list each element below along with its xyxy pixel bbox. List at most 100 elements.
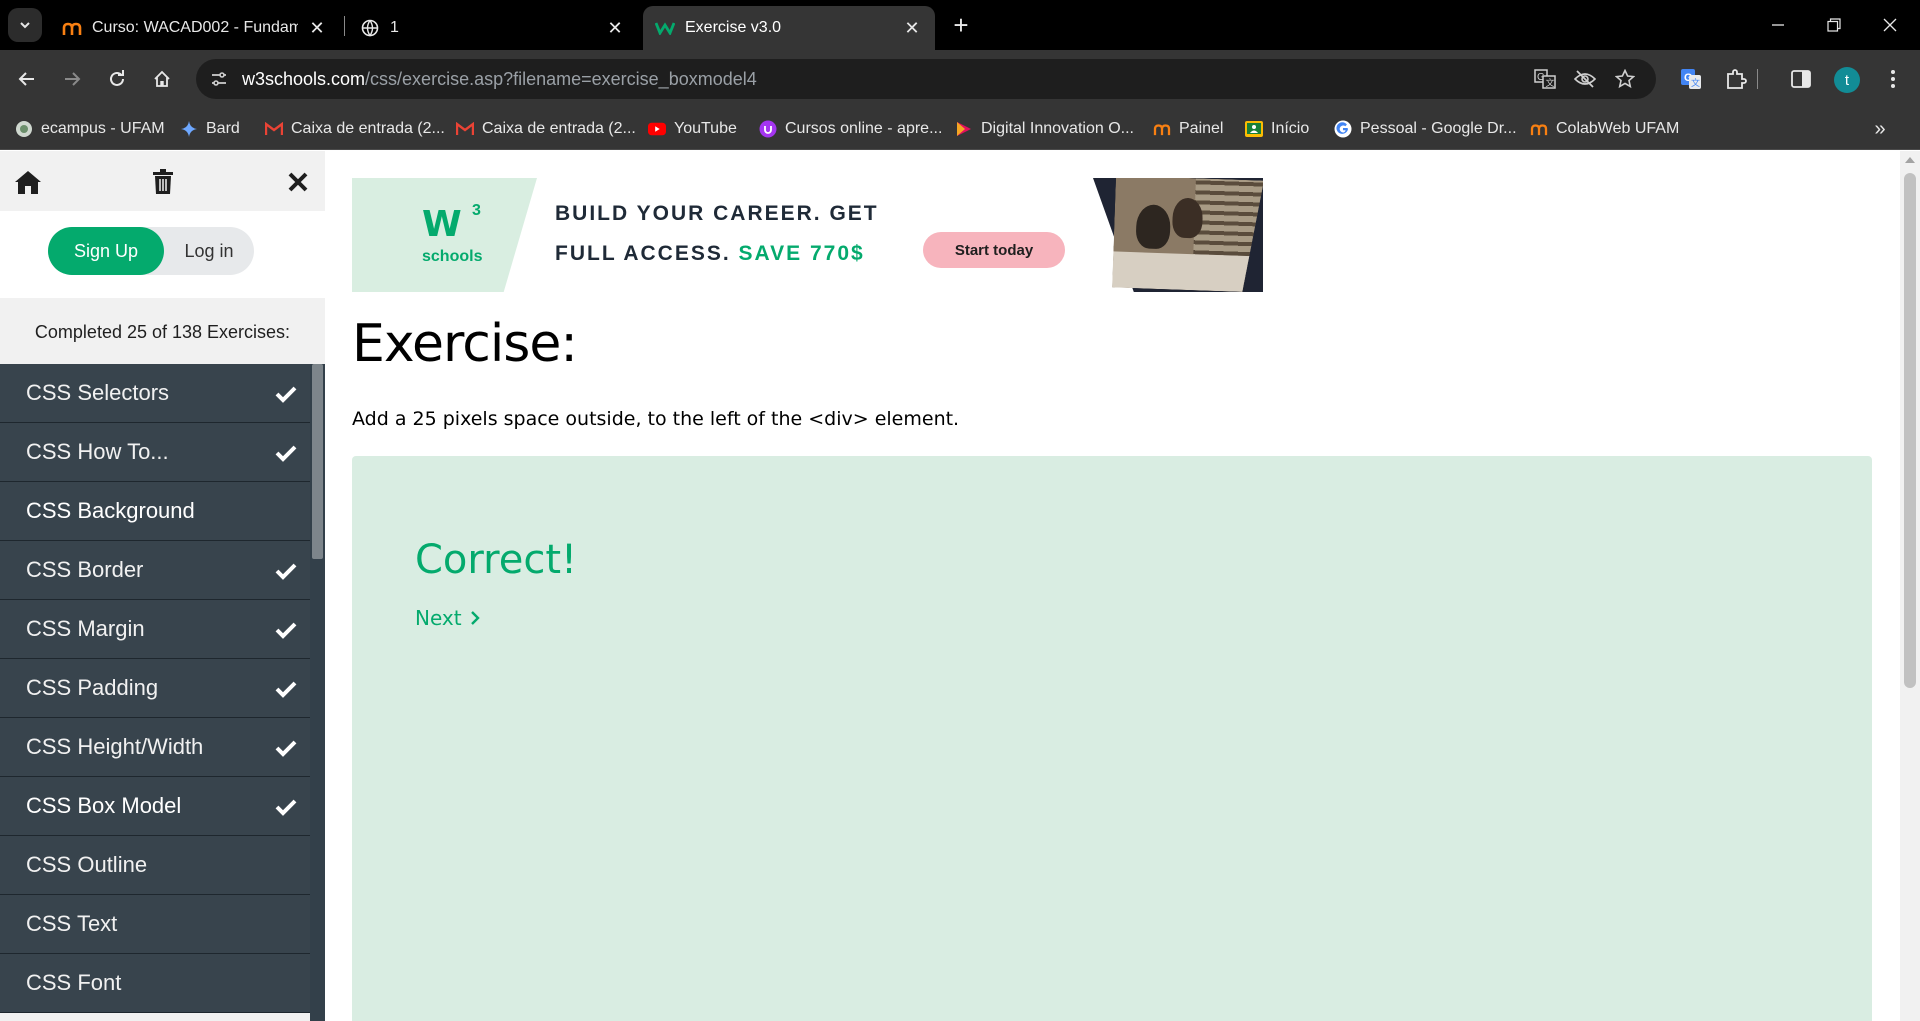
- forward-arrow-icon: [65, 72, 81, 86]
- new-tab-button[interactable]: +: [946, 10, 976, 40]
- close-icon: [1883, 18, 1897, 32]
- google-translate-extension-icon[interactable]: G文: [1674, 62, 1708, 96]
- bookmark-painel[interactable]: Painel: [1153, 117, 1223, 141]
- advertisement-banner[interactable]: W 3 schools BUILD YOUR CAREER. GET FULL …: [352, 178, 1263, 292]
- bookmark-label: ecampus - UFAM: [41, 120, 165, 137]
- exercise-main: W 3 schools BUILD YOUR CAREER. GET FULL …: [325, 151, 1900, 1021]
- sidebar-item-css-font[interactable]: CSS Font: [0, 954, 310, 1013]
- restore-button[interactable]: [1806, 0, 1862, 50]
- eye-off-icon[interactable]: [1572, 66, 1598, 92]
- gmail-icon: [456, 120, 474, 138]
- sidebar-item-css-text[interactable]: CSS Text: [0, 895, 310, 954]
- exercise-category-list: CSS Selectors CSS How To... CSS Backgrou…: [0, 364, 310, 1013]
- star-icon[interactable]: [1612, 66, 1638, 92]
- sidebar-item-css-height-width[interactable]: CSS Height/Width: [0, 718, 310, 777]
- bookmark-label: YouTube: [674, 120, 737, 137]
- home-button[interactable]: [145, 62, 179, 96]
- page-scrollbar[interactable]: [1900, 151, 1920, 1021]
- next-link[interactable]: Next: [415, 606, 480, 630]
- minimize-icon: [1772, 24, 1784, 26]
- sidebar-item-css-selectors[interactable]: CSS Selectors: [0, 364, 310, 423]
- close-tab-icon[interactable]: ✕: [604, 17, 626, 39]
- profile-avatar[interactable]: t: [1834, 67, 1860, 93]
- side-panel-icon[interactable]: [1784, 62, 1818, 96]
- sidebar-item-css-border[interactable]: CSS Border: [0, 541, 310, 600]
- close-tab-icon[interactable]: ✕: [901, 17, 923, 39]
- tab-moodle[interactable]: Curso: WACAD002 - Fundamentos de ✕: [50, 6, 340, 50]
- moodle-icon: [1530, 120, 1548, 138]
- sidebar-item-css-margin[interactable]: CSS Margin: [0, 600, 310, 659]
- back-button[interactable]: [10, 62, 44, 96]
- sidebar-toolbar: [0, 151, 325, 211]
- bookmark-colabweb[interactable]: ColabWeb UFAM: [1530, 117, 1679, 141]
- trash-icon[interactable]: [146, 165, 180, 199]
- scroll-up-arrow-icon[interactable]: [1905, 157, 1915, 163]
- bookmark-inicio[interactable]: Início: [1245, 117, 1309, 141]
- bookmark-gmail-1[interactable]: Caixa de entrada (2...: [265, 117, 445, 141]
- sidebar-item-label: CSS Background: [26, 498, 195, 523]
- sign-up-button[interactable]: Sign Up: [48, 227, 164, 275]
- sidebar-scroll-thumb[interactable]: [312, 364, 323, 559]
- site-info-icon[interactable]: [206, 66, 232, 92]
- correct-message: Correct!: [415, 537, 578, 583]
- checkmark-icon: [274, 618, 298, 642]
- extensions-puzzle-icon[interactable]: [1719, 62, 1753, 96]
- home-icon[interactable]: [11, 165, 45, 199]
- tab-separator: [344, 16, 345, 36]
- sidebar-item-label: CSS Height/Width: [26, 734, 204, 759]
- bookmark-dio[interactable]: Digital Innovation O...: [955, 117, 1134, 141]
- sidebar-item-css-padding[interactable]: CSS Padding: [0, 659, 310, 718]
- bookmark-ecampus[interactable]: ecampus - UFAM: [15, 117, 165, 141]
- ad-line2-highlight: SAVE 770$: [738, 242, 865, 265]
- progress-text: Completed 25 of 138 Exercises:: [34, 322, 291, 342]
- sidebar-item-css-background[interactable]: CSS Background: [0, 482, 310, 541]
- bookmark-google-drive[interactable]: Pessoal - Google Dr...: [1334, 117, 1517, 141]
- chevron-down-icon: [20, 22, 30, 29]
- auth-area: Sign Up Log in: [0, 211, 325, 298]
- checkmark-icon: [274, 441, 298, 465]
- tab-globe[interactable]: 1 ✕: [348, 6, 638, 50]
- bookmark-label: Caixa de entrada (2...: [482, 120, 636, 137]
- moodle-icon: [1153, 120, 1171, 138]
- close-window-button[interactable]: [1862, 0, 1918, 50]
- sidebar-item-label: CSS Font: [26, 970, 122, 995]
- back-arrow-icon: [18, 72, 34, 86]
- bookmark-label: ColabWeb UFAM: [1556, 120, 1680, 137]
- forward-button[interactable]: [55, 62, 89, 96]
- sidebar-item-css-how-to[interactable]: CSS How To...: [0, 423, 310, 482]
- more-bookmarks-icon[interactable]: »: [1866, 117, 1894, 141]
- translate-icon[interactable]: G文: [1532, 66, 1558, 92]
- tab-title: Exercise v3.0: [685, 19, 782, 36]
- start-today-button[interactable]: Start today: [923, 232, 1065, 268]
- tab-search-button[interactable]: [8, 8, 42, 42]
- url-host: w3schools.com: [242, 69, 366, 89]
- sidebar-item-label: CSS Margin: [26, 616, 145, 641]
- ad-photo: [1112, 178, 1263, 292]
- ad-line2-prefix: FULL ACCESS.: [555, 242, 731, 265]
- globe-icon: [360, 18, 380, 38]
- close-tab-icon[interactable]: ✕: [306, 17, 328, 39]
- log-in-button[interactable]: Log in: [164, 227, 254, 275]
- logo-text: schools: [422, 248, 483, 265]
- bookmark-youtube[interactable]: YouTube: [648, 117, 737, 141]
- sidebar-item-css-outline[interactable]: CSS Outline: [0, 836, 310, 895]
- minimize-button[interactable]: [1750, 0, 1806, 50]
- bookmark-bard[interactable]: Bard: [180, 117, 240, 141]
- bookmark-label: Cursos online - apre...: [785, 120, 943, 137]
- more-menu-icon[interactable]: [1876, 62, 1910, 96]
- udemy-icon: [759, 120, 777, 138]
- reload-button[interactable]: [100, 62, 134, 96]
- chevron-right-icon: [470, 610, 480, 626]
- address-bar[interactable]: w3schools.com/css/exercise.asp?filename=…: [196, 59, 1656, 99]
- sidebar-item-label: CSS Selectors: [26, 380, 170, 405]
- sidebar-item-label: CSS Outline: [26, 852, 148, 877]
- sidebar-item-css-box-model[interactable]: CSS Box Model: [0, 777, 310, 836]
- tab-exercise[interactable]: Exercise v3.0 ✕: [643, 6, 935, 50]
- bookmark-gmail-2[interactable]: Caixa de entrada (2...: [456, 117, 636, 141]
- bookmark-udemy[interactable]: Cursos online - apre...: [759, 117, 942, 141]
- page-scroll-thumb[interactable]: [1904, 173, 1916, 688]
- tab-strip: Curso: WACAD002 - Fundamentos de ✕ 1 ✕ E…: [0, 0, 1920, 50]
- sidebar-item-label: CSS Padding: [26, 675, 159, 700]
- close-icon[interactable]: [281, 165, 315, 199]
- bookmark-label: Início: [1271, 120, 1310, 137]
